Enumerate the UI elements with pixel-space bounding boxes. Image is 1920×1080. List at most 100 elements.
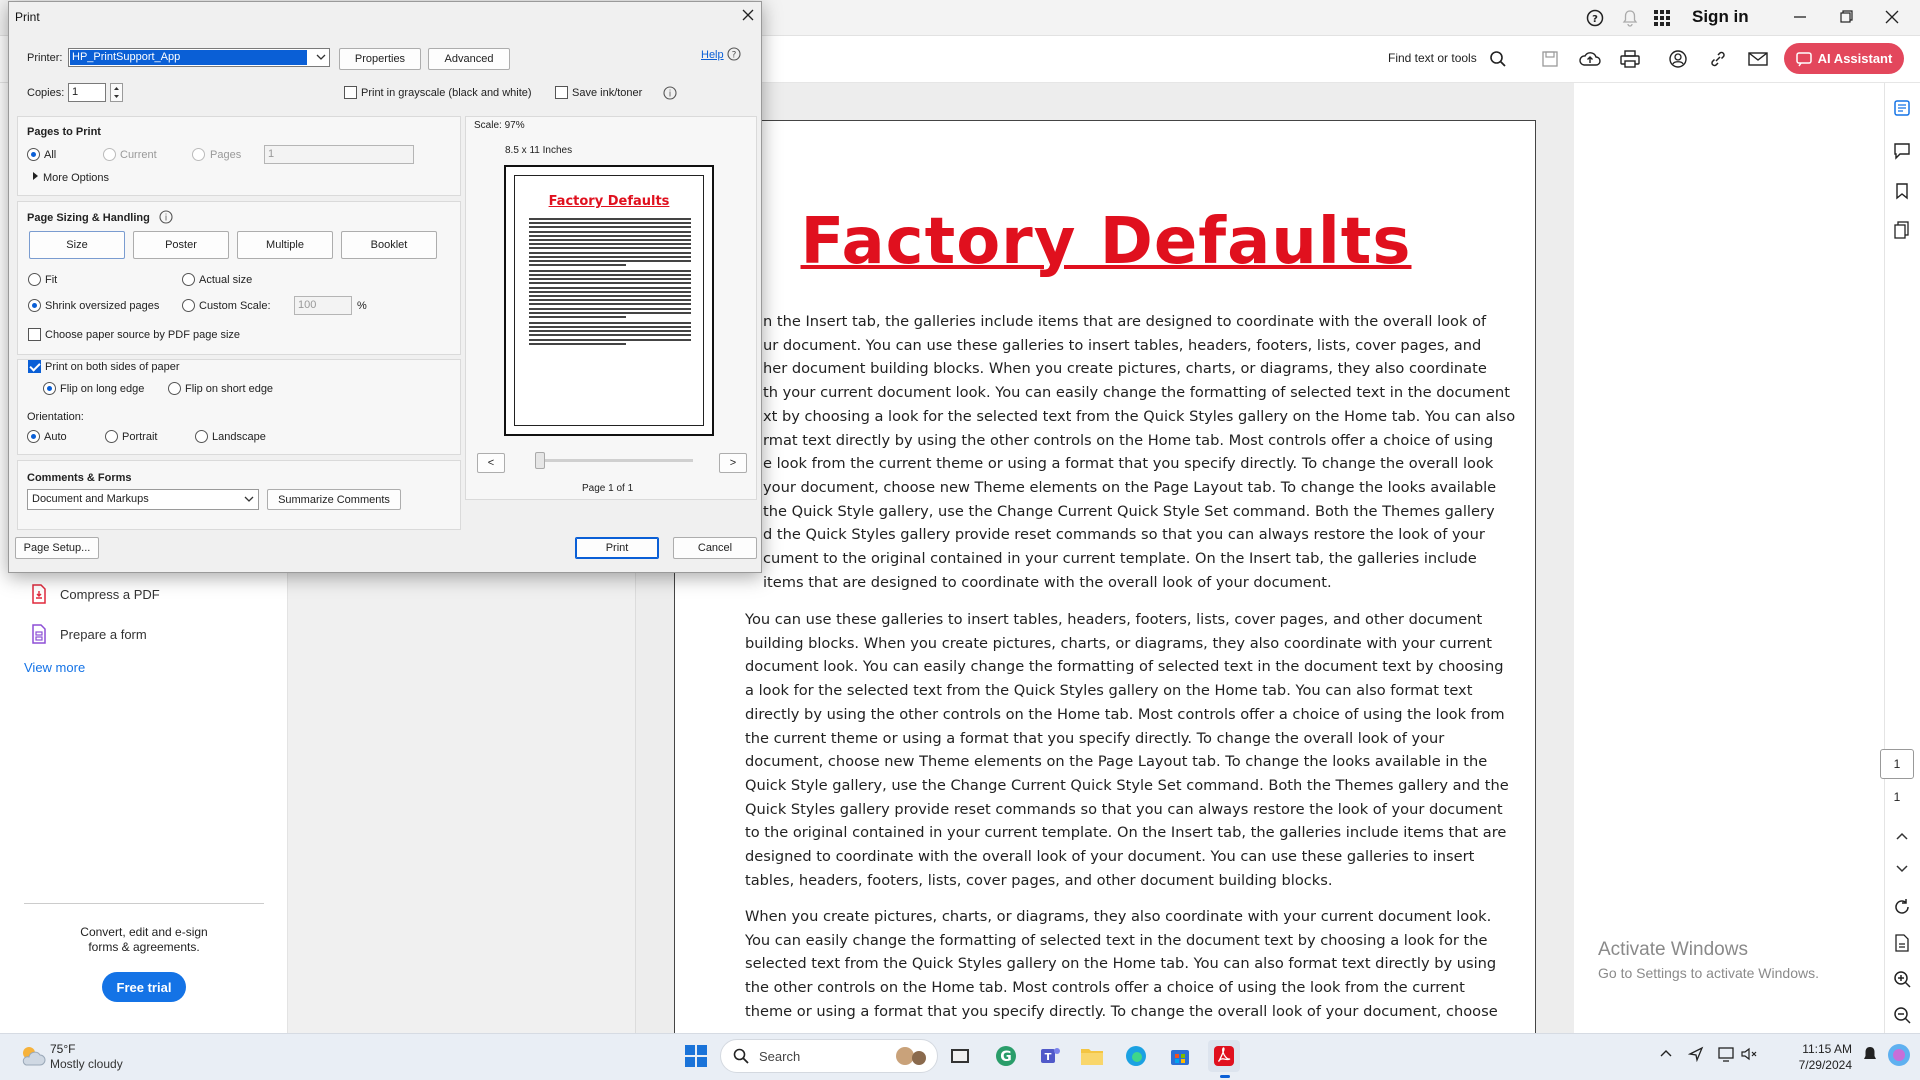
tool-item-label: Prepare a form — [60, 626, 147, 642]
printer-select[interactable]: HP_PrintSupport_App — [68, 48, 330, 67]
advanced-button[interactable]: Advanced — [428, 48, 510, 70]
portrait-radio[interactable] — [105, 430, 118, 443]
cancel-button[interactable]: Cancel — [673, 537, 757, 559]
save-ink-checkbox[interactable] — [555, 86, 568, 99]
link-icon[interactable] — [1706, 47, 1730, 71]
properties-button[interactable]: Properties — [339, 48, 421, 70]
start-icon[interactable] — [680, 1040, 712, 1072]
grayscale-checkbox[interactable] — [344, 86, 357, 99]
print-icon[interactable] — [1618, 47, 1642, 71]
tool-item-prepare-form[interactable]: Prepare a form — [30, 624, 147, 644]
acrobat-icon[interactable] — [1208, 1040, 1240, 1072]
file-explorer-icon[interactable] — [1076, 1040, 1108, 1072]
comments-select[interactable]: Document and Markups — [27, 489, 259, 510]
copilot-icon[interactable] — [1886, 1042, 1912, 1068]
paragraph-line: tables, headers, footers, lists, cover p… — [745, 871, 1333, 889]
all-pages-radio[interactable] — [27, 148, 40, 161]
custom-scale-radio[interactable] — [182, 299, 195, 312]
landscape-radio[interactable] — [195, 430, 208, 443]
save-icon[interactable] — [1538, 47, 1562, 71]
notification-bell-icon[interactable] — [1862, 1046, 1878, 1064]
volume-muted-icon[interactable] — [1740, 1046, 1758, 1062]
preview-next-button[interactable]: > — [719, 453, 747, 473]
flip-long-radio[interactable] — [43, 382, 56, 395]
page-setup-button[interactable]: Page Setup... — [15, 537, 99, 559]
chevron-down-icon[interactable] — [1885, 855, 1919, 883]
zoom-in-icon[interactable] — [1885, 965, 1919, 993]
flip-short-radio[interactable] — [168, 382, 181, 395]
promo-line: forms & agreements. — [88, 940, 200, 954]
view-more-link[interactable]: View more — [24, 660, 85, 675]
tool-item-compress[interactable]: Compress a PDF — [30, 584, 160, 604]
page-of-label: Page 1 of 1 — [582, 483, 634, 494]
fit-radio[interactable] — [28, 273, 41, 286]
info-icon[interactable]: i — [663, 86, 677, 100]
page-number-input[interactable]: 1 — [1880, 749, 1914, 779]
actual-size-radio[interactable] — [182, 273, 195, 286]
help-circle-icon[interactable]: ? — [727, 47, 741, 61]
edge-icon[interactable] — [1120, 1040, 1152, 1072]
search-icon[interactable] — [1486, 47, 1510, 71]
preview-slider-thumb[interactable] — [535, 452, 545, 469]
free-trial-button[interactable]: Free trial — [102, 972, 186, 1002]
weather-icon[interactable] — [18, 1043, 46, 1069]
pages-range-input[interactable]: 1 — [264, 145, 414, 164]
pages-icon[interactable] — [1885, 216, 1919, 244]
location-icon[interactable] — [1688, 1046, 1704, 1062]
close-window-icon[interactable] — [1882, 7, 1902, 27]
taskbar-search[interactable]: Search — [720, 1039, 938, 1073]
chevron-up-icon[interactable] — [1885, 822, 1919, 850]
rotate-icon[interactable] — [1885, 893, 1919, 921]
booklet-mode-button[interactable]: Booklet — [341, 231, 437, 259]
preview-prev-button[interactable]: < — [477, 453, 505, 473]
current-label: Current — [120, 149, 157, 161]
chrome-app-icon[interactable]: G — [990, 1040, 1022, 1072]
help-icon[interactable]: ? — [1586, 9, 1604, 27]
comment-icon[interactable] — [1885, 137, 1919, 165]
more-options-link[interactable]: More Options — [43, 172, 109, 184]
help-link[interactable]: Help — [701, 49, 724, 61]
ai-assistant-button[interactable]: AI Assistant — [1784, 43, 1904, 74]
choose-paper-checkbox[interactable] — [28, 328, 41, 341]
document-title-text: Factory Defaults — [800, 205, 1412, 279]
zoom-out-icon[interactable] — [1885, 1001, 1919, 1029]
poster-mode-button[interactable]: Poster — [133, 231, 229, 259]
auto-orientation-radio[interactable] — [27, 430, 40, 443]
custom-scale-input[interactable]: 100 — [294, 296, 352, 315]
preview-line — [529, 286, 691, 289]
store-icon[interactable] — [1164, 1040, 1196, 1072]
summarize-comments-button[interactable]: Summarize Comments — [267, 489, 401, 510]
shrink-radio[interactable] — [28, 299, 41, 312]
email-icon[interactable] — [1746, 47, 1770, 71]
share-user-icon[interactable] — [1666, 47, 1690, 71]
pages-range-radio[interactable] — [192, 148, 205, 161]
multiple-mode-button[interactable]: Multiple — [237, 231, 333, 259]
preview-line — [529, 251, 691, 254]
upload-cloud-icon[interactable] — [1578, 47, 1602, 71]
copies-stepper[interactable] — [110, 83, 123, 102]
bell-icon[interactable] — [1621, 9, 1639, 27]
minimize-icon[interactable] — [1790, 7, 1810, 27]
preview-slider-track[interactable] — [537, 459, 693, 462]
find-text-label[interactable]: Find text or tools — [1388, 51, 1477, 65]
clock[interactable]: 11:15 AM 7/29/2024 — [1772, 1041, 1852, 1073]
network-icon[interactable] — [1718, 1046, 1736, 1062]
print-button[interactable]: Print — [575, 537, 659, 559]
info-icon[interactable]: i — [159, 210, 173, 224]
size-mode-button[interactable]: Size — [29, 231, 125, 259]
task-view-icon[interactable] — [944, 1040, 976, 1072]
chevron-up-tray-icon[interactable] — [1658, 1046, 1674, 1062]
ai-summary-icon[interactable] — [1885, 94, 1919, 122]
both-sides-checkbox[interactable] — [28, 360, 41, 373]
paragraph-line: e look from the current theme or using a… — [763, 455, 1494, 473]
expand-triangle-icon[interactable] — [32, 171, 40, 181]
apps-grid-icon[interactable] — [1653, 9, 1671, 27]
page-fit-icon[interactable] — [1885, 929, 1919, 957]
bookmark-icon[interactable] — [1885, 177, 1919, 205]
sign-in-link[interactable]: Sign in — [1692, 7, 1749, 27]
current-page-radio[interactable] — [103, 148, 116, 161]
restore-icon[interactable] — [1836, 7, 1856, 27]
close-icon[interactable] — [741, 8, 755, 22]
copies-input[interactable]: 1 — [68, 83, 106, 102]
teams-icon[interactable]: T — [1034, 1040, 1066, 1072]
